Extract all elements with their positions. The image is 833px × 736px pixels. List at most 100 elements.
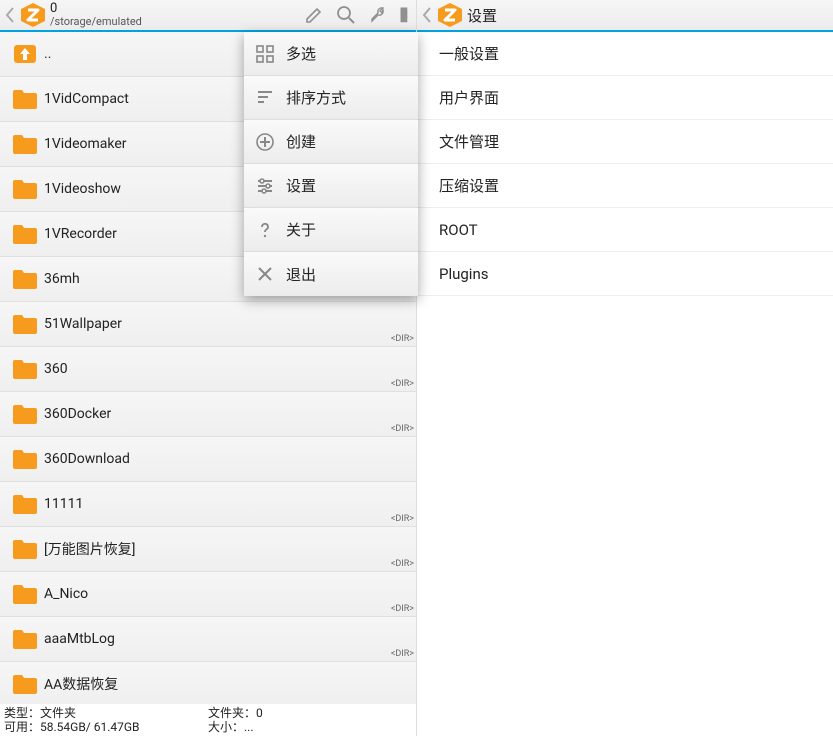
dropdown-item[interactable]: 退出 [244,252,418,296]
header-count: 0 [50,2,296,16]
right-header: 设置 [417,0,833,32]
file-tag: <DIR> [391,649,414,659]
settings-title: 设置 [467,5,497,26]
file-name: 360 [44,361,68,377]
file-tag: <DIR> [391,334,414,344]
search-icon[interactable] [332,1,360,29]
file-row[interactable]: 360 <DIR> [0,347,416,392]
settings-item[interactable]: 文件管理 [417,120,833,164]
status-avail-value: 58.54GB/ 61.47GB [40,720,140,734]
folder-icon [12,133,38,155]
file-tag: <DIR> [391,604,414,614]
overflow-icon[interactable]: ■■■ [396,1,412,29]
folder-icon [12,268,38,290]
file-row[interactable]: A_Nico <DIR> [0,572,416,617]
dropdown-item[interactable]: 设置 [244,164,418,208]
multiselect-icon [254,43,276,65]
folder-icon [12,358,38,380]
dropdown-item[interactable]: 排序方式 [244,76,418,120]
status-col-left: 类型：文件夹 可用：58.54GB/ 61.47GB [4,706,208,736]
folder-icon [12,448,38,470]
status-bar: 类型：文件夹 可用：58.54GB/ 61.47GB 文件夹：0 大小：... [0,704,416,736]
app-logo-icon[interactable] [20,2,46,28]
exit-icon [254,263,276,285]
settings-item-label: ROOT [439,221,478,239]
folder-icon [12,673,38,695]
file-name: 51Wallpaper [44,316,122,332]
file-tag: <DIR> [391,424,414,434]
path-block[interactable]: 0 /storage/emulated [50,2,296,28]
dropdown-item[interactable]: 关于 [244,208,418,252]
settings-item-label: 文件管理 [439,131,499,152]
file-name: 1VRecorder [44,226,117,242]
file-name: 11111 [44,496,83,512]
about-icon [254,219,276,241]
dropdown-item-label: 排序方式 [286,87,346,108]
up-icon [12,43,38,65]
file-name: 1Videoshow [44,181,121,197]
file-row[interactable]: 360Docker <DIR> [0,392,416,437]
edit-icon[interactable] [300,1,328,29]
create-icon [254,131,276,153]
file-row[interactable]: [万能图片恢复] <DIR> [0,527,416,572]
dropdown-item-label: 创建 [286,131,316,152]
file-name: .. [44,46,51,62]
file-tag: <DIR> [391,559,414,569]
folder-icon [12,178,38,200]
overflow-dropdown: 多选 排序方式 创建 设置 关于 退出 [244,32,418,296]
settings-item-label: 用户界面 [439,87,499,108]
folder-icon [12,88,38,110]
status-type-value: 文件夹 [40,706,76,720]
file-name: 360Download [44,451,130,467]
left-panel: 0 /storage/emulated ■■■ .. 1VidCompact [0,0,416,736]
file-row[interactable]: 360Download [0,437,416,482]
settings-icon [254,175,276,197]
folder-icon [12,313,38,335]
file-row[interactable]: 11111 <DIR> [0,482,416,527]
folder-icon [12,538,38,560]
file-name: 360Docker [44,406,111,422]
status-size-value: ... [244,720,254,734]
status-col-right: 文件夹：0 大小：... [208,706,412,736]
settings-item[interactable]: ROOT [417,208,833,252]
settings-item[interactable]: 一般设置 [417,32,833,76]
status-folders-label: 文件夹： [208,706,256,720]
file-name: A_Nico [44,586,88,602]
file-row[interactable]: aaaMtbLog <DIR> [0,617,416,662]
file-name: 36mh [44,271,80,287]
dropdown-item-label: 多选 [286,43,316,64]
dropdown-item[interactable]: 创建 [244,120,418,164]
header-path: /storage/emulated [50,16,296,28]
settings-item[interactable]: 用户界面 [417,76,833,120]
wrench-icon[interactable] [364,1,392,29]
file-name: [万能图片恢复] [44,539,135,559]
status-folders-value: 0 [256,706,263,720]
file-name: 1VidCompact [44,91,129,107]
folder-icon [12,403,38,425]
file-name: 1Videomaker [44,136,127,152]
folder-icon [12,628,38,650]
status-type-label: 类型： [4,706,40,720]
folder-icon [12,223,38,245]
file-tag: <DIR> [391,379,414,389]
file-row[interactable]: AA数据恢复 [0,662,416,704]
dropdown-item-label: 设置 [286,175,316,196]
back-chevron-icon[interactable] [4,5,16,25]
settings-logo-icon[interactable] [437,2,463,28]
file-tag: <DIR> [391,514,414,524]
settings-item-label: 一般设置 [439,43,499,64]
file-name: AA数据恢复 [44,674,118,694]
left-header: 0 /storage/emulated ■■■ [0,0,416,32]
folder-icon [12,493,38,515]
settings-back-chevron-icon[interactable] [421,5,433,25]
sort-icon [254,87,276,109]
file-row[interactable]: 51Wallpaper <DIR> [0,302,416,347]
dropdown-item-label: 关于 [286,219,316,240]
status-size-label: 大小： [208,720,244,734]
settings-item[interactable]: 压缩设置 [417,164,833,208]
dropdown-item[interactable]: 多选 [244,32,418,76]
settings-item[interactable]: Plugins [417,252,833,296]
settings-item-label: 压缩设置 [439,175,499,196]
settings-item-label: Plugins [439,265,488,283]
right-panel: 设置 一般设置 用户界面 文件管理 压缩设置 ROOT Plugins [416,0,833,736]
